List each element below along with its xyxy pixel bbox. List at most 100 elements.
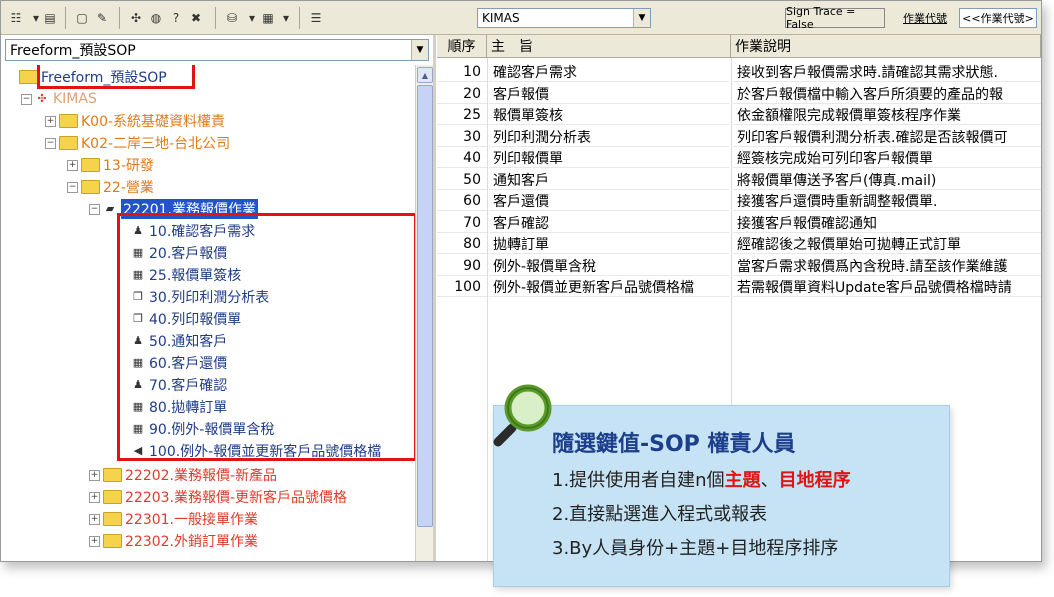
list-icon[interactable]: ☰ xyxy=(307,9,325,27)
table-icon[interactable]: ▦ xyxy=(259,9,277,27)
expand-icon[interactable]: + xyxy=(89,469,100,481)
folder-icon xyxy=(19,70,38,84)
expand-icon[interactable]: + xyxy=(89,491,100,503)
expand-icon[interactable]: + xyxy=(67,159,78,171)
column-divider xyxy=(487,58,488,561)
grid-cell-seq[interactable]: 100 xyxy=(437,278,487,297)
print-icon[interactable]: ▤ xyxy=(41,9,59,27)
grid-cell-desc[interactable]: 接獲客戶還價時重新調整報價單. xyxy=(733,192,1041,211)
grid-cell-subject[interactable]: 客戶確認 xyxy=(489,214,729,233)
expand-icon[interactable]: + xyxy=(89,535,100,547)
grid-cell-seq[interactable]: 20 xyxy=(437,85,487,104)
collapse-icon[interactable]: − xyxy=(89,203,100,215)
grid-cell-subject[interactable]: 列印報價單 xyxy=(489,149,729,168)
grid-cell-desc[interactable]: 接收到客戶報價需求時.請確認其需求狀態. xyxy=(733,63,1041,82)
folder-icon xyxy=(103,512,122,526)
new-document-icon[interactable]: ▢ xyxy=(73,9,91,27)
grid-cell-desc[interactable]: 將報價單傳送予客戶(傳真.mail) xyxy=(733,171,1041,190)
system-select-value: KIMAS xyxy=(482,11,520,25)
network-icon[interactable]: ✣ xyxy=(127,9,145,27)
grid-cell-subject[interactable]: 例外-報價單含稅 xyxy=(489,257,729,276)
grid-cell-subject[interactable]: 客戶還價 xyxy=(489,192,729,211)
tree-node-22302[interactable]: + 22302.外銷訂單作業 xyxy=(89,531,258,551)
scroll-thumb[interactable] xyxy=(417,85,433,527)
tree-scrollbar[interactable]: ▲ xyxy=(415,65,433,561)
toolbar-separator xyxy=(215,7,216,29)
profile-select[interactable]: Freeform_預設SOP ▼ xyxy=(5,39,429,61)
tree-node-22203[interactable]: + 22203.業務報價-更新客戶品號價格 xyxy=(89,487,347,507)
expand-icon[interactable]: + xyxy=(89,513,100,525)
tree-node-label: 22-營業 xyxy=(103,180,154,196)
grid-cell-seq[interactable]: 80 xyxy=(437,235,487,254)
chevron-down-icon[interactable]: ▼ xyxy=(633,9,650,27)
callout-box: 隨選鍵值-SOP 權責人員 1.提供使用者自建n個主題、目地程序 2.直接點選進… xyxy=(493,405,950,587)
dropdown-arrow-icon[interactable]: ▾ xyxy=(277,9,295,27)
tree-node-kimas[interactable]: − ✣ KIMAS xyxy=(21,89,97,109)
highlight-box-steps xyxy=(117,213,415,461)
column-header-subject[interactable]: 主 旨 xyxy=(487,35,731,58)
grid-cell-desc[interactable]: 接獲客戶報價確認通知 xyxy=(733,214,1041,233)
tree-view-icon[interactable]: ☷ xyxy=(7,9,25,27)
grid-cell-desc[interactable]: 於客戶報價檔中輸入客戶所須要的產品的報 xyxy=(733,85,1041,104)
profile-select-value: Freeform_預設SOP xyxy=(10,43,136,59)
grid-cell-seq[interactable]: 30 xyxy=(437,128,487,147)
tree-node-label: 22202.業務報價-新產品 xyxy=(125,468,278,484)
grid-cell-desc[interactable]: 若需報價單資料Update客戶品號價格檔時請 xyxy=(733,278,1041,297)
grid-cell-desc[interactable]: 經確認後之報價單始可拋轉正式訂單 xyxy=(733,235,1041,254)
scroll-up-icon[interactable]: ▲ xyxy=(417,67,433,83)
folder-open-icon xyxy=(59,136,78,150)
org-chart-icon: ✣ xyxy=(37,92,47,105)
callout-title: 隨選鍵值-SOP 權責人員 xyxy=(552,432,796,457)
grid-cell-subject[interactable]: 客戶報價 xyxy=(489,85,729,104)
column-header-desc[interactable]: 作業說明 xyxy=(731,35,1041,58)
grid-cell-subject[interactable]: 列印利潤分析表 xyxy=(489,128,729,147)
database-icon[interactable]: ⛁ xyxy=(223,9,241,27)
grid-cell-subject[interactable]: 拋轉訂單 xyxy=(489,235,729,254)
tree-node-label: 13-研發 xyxy=(103,158,154,174)
collapse-icon[interactable]: − xyxy=(21,93,32,105)
grid-cell-seq[interactable]: 10 xyxy=(437,63,487,82)
tree-node-k02[interactable]: − K02-二岸三地-台北公司 xyxy=(45,133,230,153)
collapse-icon[interactable]: − xyxy=(67,181,78,193)
tree-node-label: 22203.業務報價-更新客戶品號價格 xyxy=(125,490,348,506)
expand-icon[interactable]: + xyxy=(45,115,56,127)
tree-node-22202[interactable]: + 22202.業務報價-新產品 xyxy=(89,465,277,485)
toolbar-separator xyxy=(119,7,120,29)
grid-cell-desc[interactable]: 列印客戶報價利潤分析表.確認是否該報價可 xyxy=(733,128,1041,147)
tree-node-label: K00-系統基礎資料權責 xyxy=(81,114,226,130)
tree-node-22[interactable]: − 22-營業 xyxy=(67,177,154,197)
folder-icon xyxy=(59,114,78,128)
grid-cell-seq[interactable]: 70 xyxy=(437,214,487,233)
tree-node-k00[interactable]: + K00-系統基礎資料權責 xyxy=(45,111,225,131)
grid-cell-seq[interactable]: 40 xyxy=(437,149,487,168)
grid-cell-seq[interactable]: 90 xyxy=(437,257,487,276)
left-panel: Freeform_預設SOP ▼ Freeform_預設SOP − ✣ KIMA… xyxy=(1,35,436,561)
globe-icon[interactable]: ◍ xyxy=(147,9,165,27)
tree-node-13[interactable]: + 13-研發 xyxy=(67,155,154,175)
tree-node-label: 22302.外銷訂單作業 xyxy=(125,534,258,550)
system-select[interactable]: KIMAS ▼ xyxy=(477,8,651,28)
grid-cell-seq[interactable]: 50 xyxy=(437,171,487,190)
folder-icon xyxy=(81,158,100,172)
grid-cell-subject[interactable]: 確認客戶需求 xyxy=(489,63,729,82)
grid-cell-seq[interactable]: 60 xyxy=(437,192,487,211)
grid-cell-subject[interactable]: 報價單簽核 xyxy=(489,106,729,125)
tools-icon[interactable]: ✖ xyxy=(187,9,205,27)
edit-document-icon[interactable]: ✎ xyxy=(93,9,111,27)
help-icon[interactable]: ? xyxy=(167,9,185,27)
op-code-button[interactable]: <<作業代號> xyxy=(959,8,1037,28)
tree-node-22301[interactable]: + 22301.一般接單作業 xyxy=(89,509,258,529)
grid-cell-desc[interactable]: 經簽核完成始可列印客戶報價單 xyxy=(733,149,1041,168)
column-header-seq[interactable]: 順序 xyxy=(437,35,487,58)
grid-cell-desc[interactable]: 當客戶需求報價爲內含稅時.請至該作業維護 xyxy=(733,257,1041,276)
grid-cell-seq[interactable]: 25 xyxy=(437,106,487,125)
highlight-box-root xyxy=(37,65,195,89)
tree-node-label: KIMAS xyxy=(53,91,97,107)
grid-cell-desc[interactable]: 依金額權限完成報價單簽核程序作業 xyxy=(733,106,1041,125)
grid-cell-subject[interactable]: 例外-報價並更新客戶品號價格檔 xyxy=(489,278,729,297)
collapse-icon[interactable]: − xyxy=(45,137,56,149)
sign-trace-button[interactable]: Sign Trace = False xyxy=(785,5,885,31)
chevron-down-icon[interactable]: ▼ xyxy=(411,40,428,60)
grid-cell-subject[interactable]: 通知客戶 xyxy=(489,171,729,190)
callout-line-3: 3.By人員身份+主題+目地程序排序 xyxy=(552,538,839,559)
